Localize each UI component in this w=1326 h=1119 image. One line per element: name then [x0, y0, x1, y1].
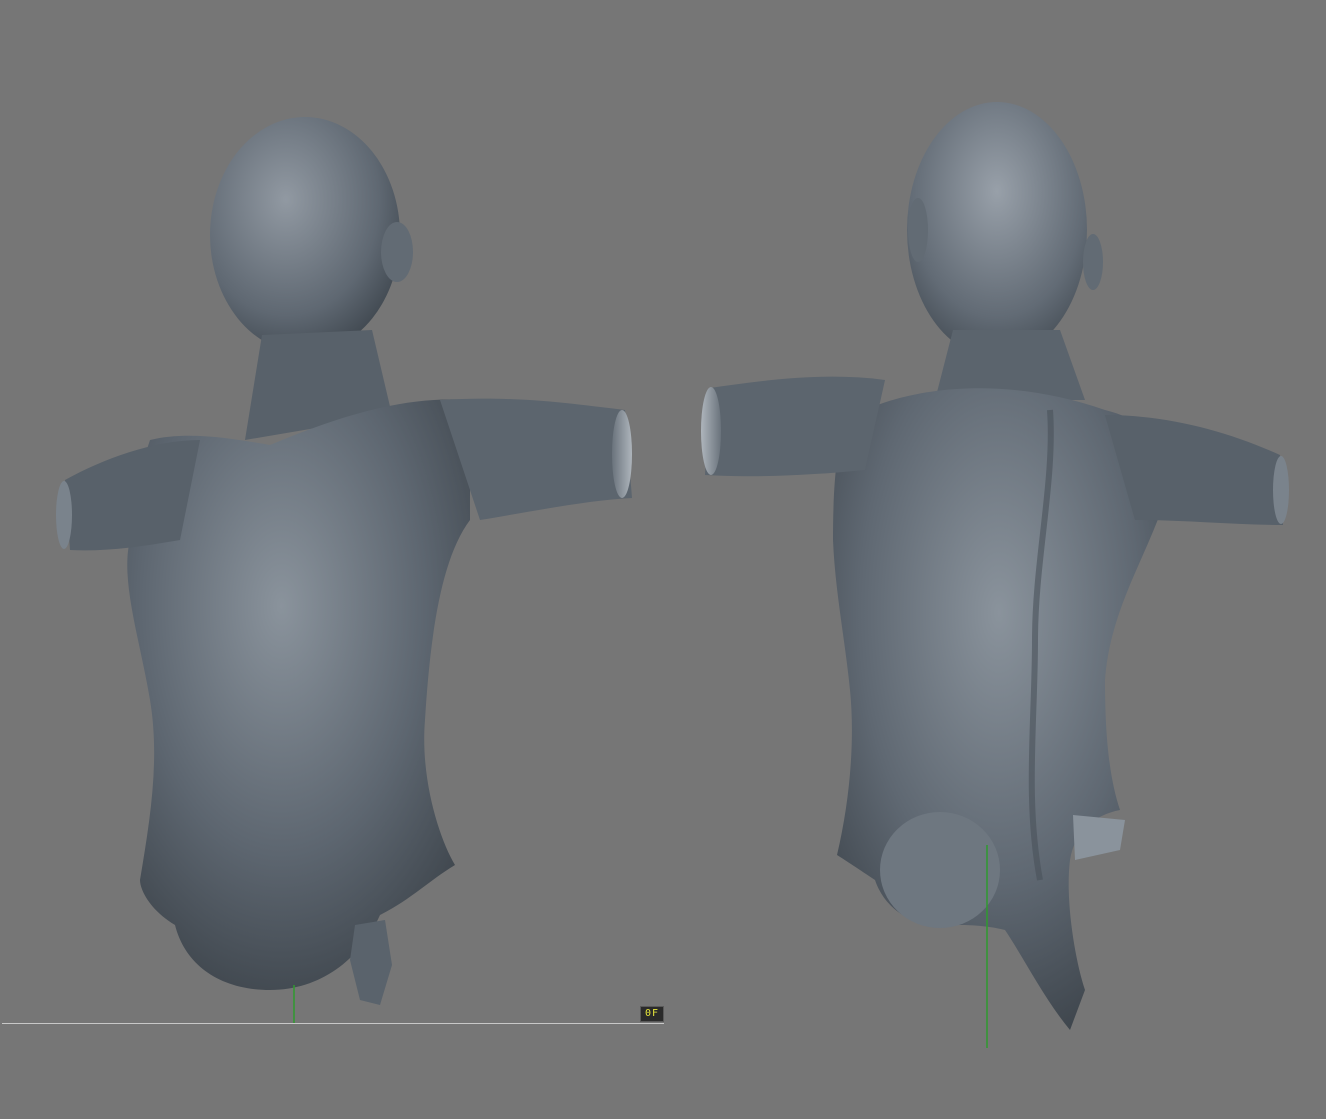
back-ear-right-shape [1083, 234, 1103, 290]
front-lower-fragment-shape [350, 920, 392, 1005]
back-view-model [701, 102, 1289, 1048]
front-view-model [56, 117, 632, 1024]
back-arm-left-shape [705, 376, 885, 477]
back-arm-right-cap [1273, 456, 1289, 524]
front-arm-left-shape [65, 440, 200, 551]
back-view-panel[interactable] [665, 0, 1326, 1119]
3d-viewport[interactable]: 0F [0, 0, 1326, 1119]
front-arm-right-cap [612, 410, 632, 498]
back-lower-inner-shape [880, 812, 1000, 928]
back-arm-left-cap [701, 387, 721, 475]
front-head-shape [210, 117, 400, 353]
back-head-shape [907, 102, 1087, 358]
back-torso-shape [833, 388, 1165, 1030]
front-ear-shape [381, 222, 413, 282]
front-arm-left-cap [56, 481, 72, 549]
ground-grid-line [2, 1023, 664, 1024]
front-view-panel[interactable]: 0F [0, 0, 665, 1119]
frame-indicator-badge: 0F [640, 1006, 664, 1022]
back-ear-left-shape [908, 198, 928, 262]
back-hip-cut-right [1073, 815, 1125, 860]
